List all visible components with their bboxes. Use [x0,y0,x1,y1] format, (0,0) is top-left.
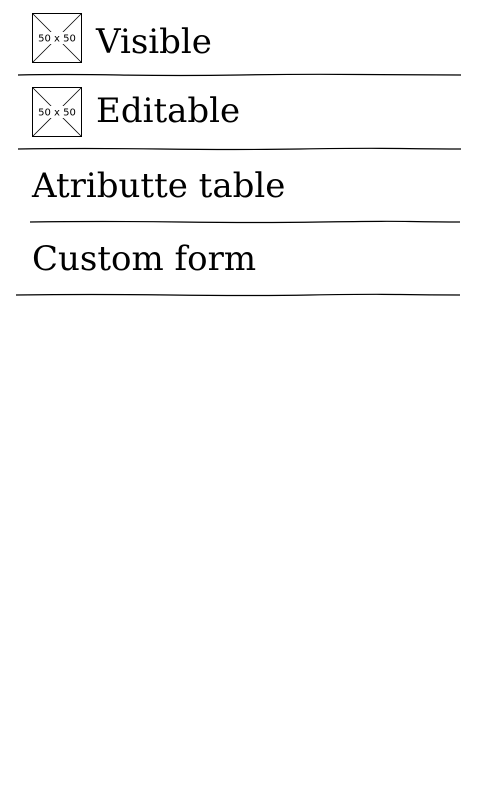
menu-item-label: Custom form [32,239,257,279]
image-placeholder-text: 50 x 50 [38,34,76,45]
image-placeholder-icon: 50 x 50 [32,13,82,63]
menu-item-custom-form[interactable]: Custom form [0,223,480,294]
divider [15,293,461,297]
menu-list: 50 x 50 Visible 50 x 50 Editable Atribut… [0,0,480,800]
menu-item-label: Editable [96,91,241,131]
menu-item-label: Atributte table [32,166,286,206]
menu-item-visible[interactable]: 50 x 50 Visible [0,0,480,74]
image-placeholder-icon: 50 x 50 [32,87,82,137]
menu-item-editable[interactable]: 50 x 50 Editable [0,76,480,148]
image-placeholder-text: 50 x 50 [38,108,76,119]
menu-item-label: Visible [96,22,212,62]
menu-item-attribute-table[interactable]: Atributte table [0,150,480,221]
